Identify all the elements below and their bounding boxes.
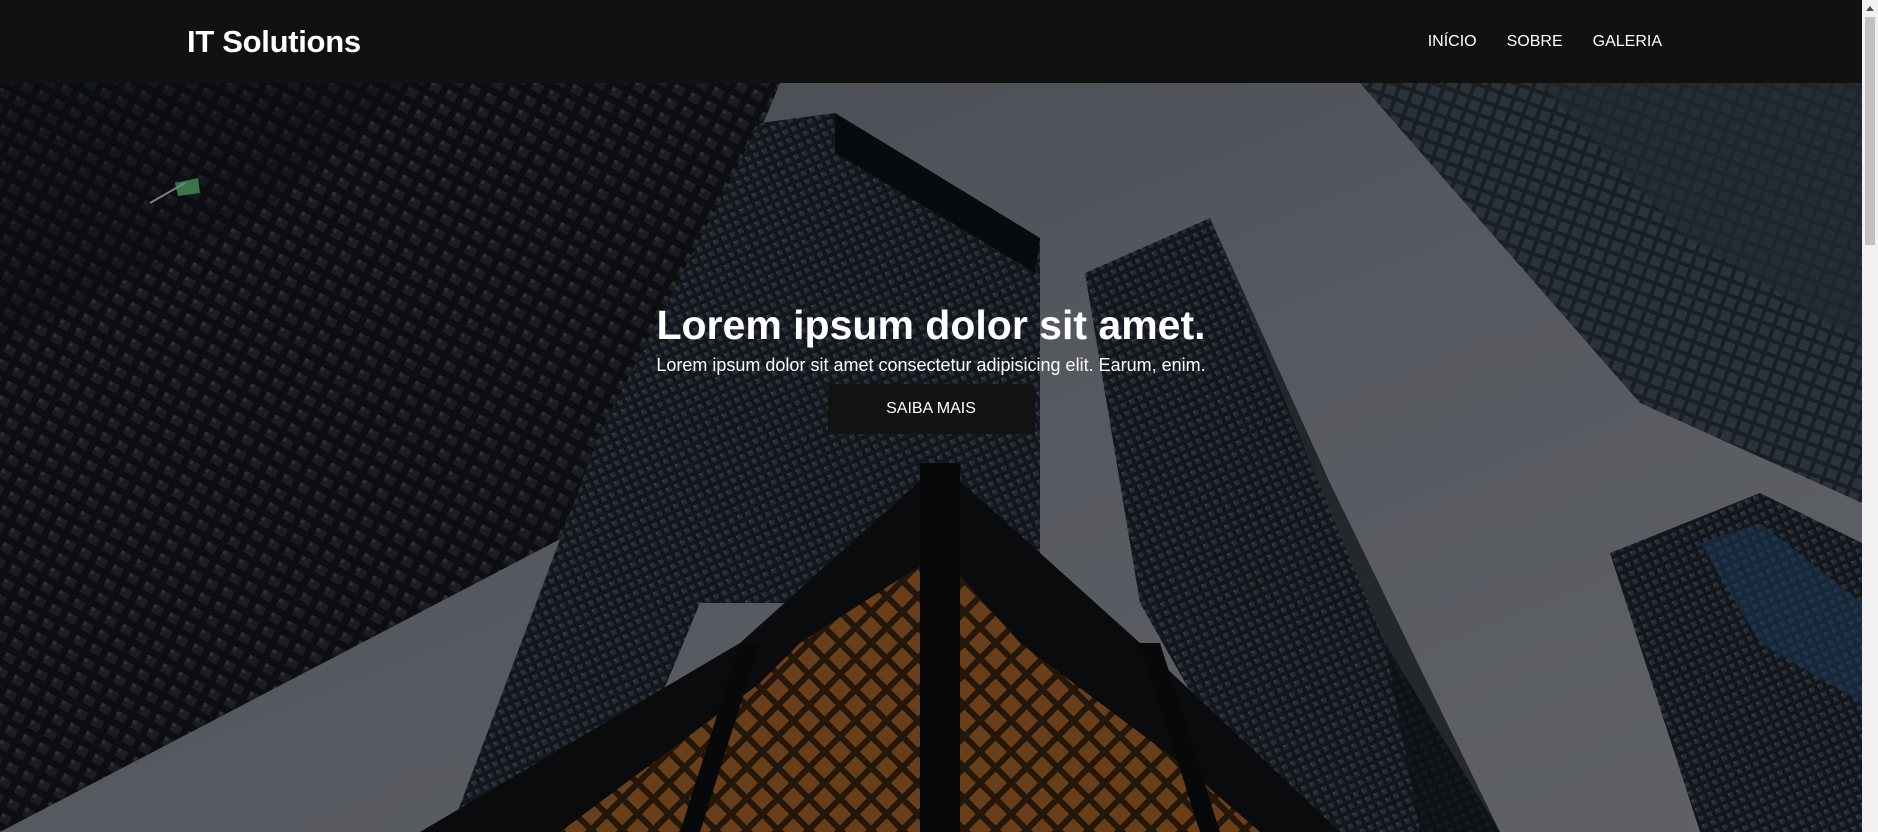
hero-dark-overlay bbox=[0, 83, 1862, 832]
saiba-mais-button[interactable]: SAIBA MAIS bbox=[827, 384, 1035, 434]
vertical-scrollbar[interactable] bbox=[1862, 0, 1878, 832]
navbar: IT Solutions INÍCIO SOBRE GALERIA bbox=[0, 0, 1862, 83]
scroll-up-arrow-icon[interactable] bbox=[1862, 0, 1878, 16]
page: IT Solutions INÍCIO SOBRE GALERIA Lorem … bbox=[0, 0, 1878, 832]
scroll-thumb[interactable] bbox=[1865, 17, 1875, 245]
hero-subtitle: Lorem ipsum dolor sit amet consectetur a… bbox=[656, 355, 1206, 375]
nav-link-galeria[interactable]: GALERIA bbox=[1593, 30, 1662, 54]
hero-section: Lorem ipsum dolor sit amet. Lorem ipsum … bbox=[0, 83, 1862, 832]
nav-link-sobre[interactable]: SOBRE bbox=[1507, 30, 1563, 54]
nav-link-inicio[interactable]: INÍCIO bbox=[1428, 30, 1477, 54]
hero-title: Lorem ipsum dolor sit amet. bbox=[656, 302, 1206, 348]
main-nav: INÍCIO SOBRE GALERIA bbox=[1428, 30, 1662, 54]
hero-content: Lorem ipsum dolor sit amet. Lorem ipsum … bbox=[0, 301, 1862, 434]
brand-logo[interactable]: IT Solutions bbox=[187, 24, 361, 60]
